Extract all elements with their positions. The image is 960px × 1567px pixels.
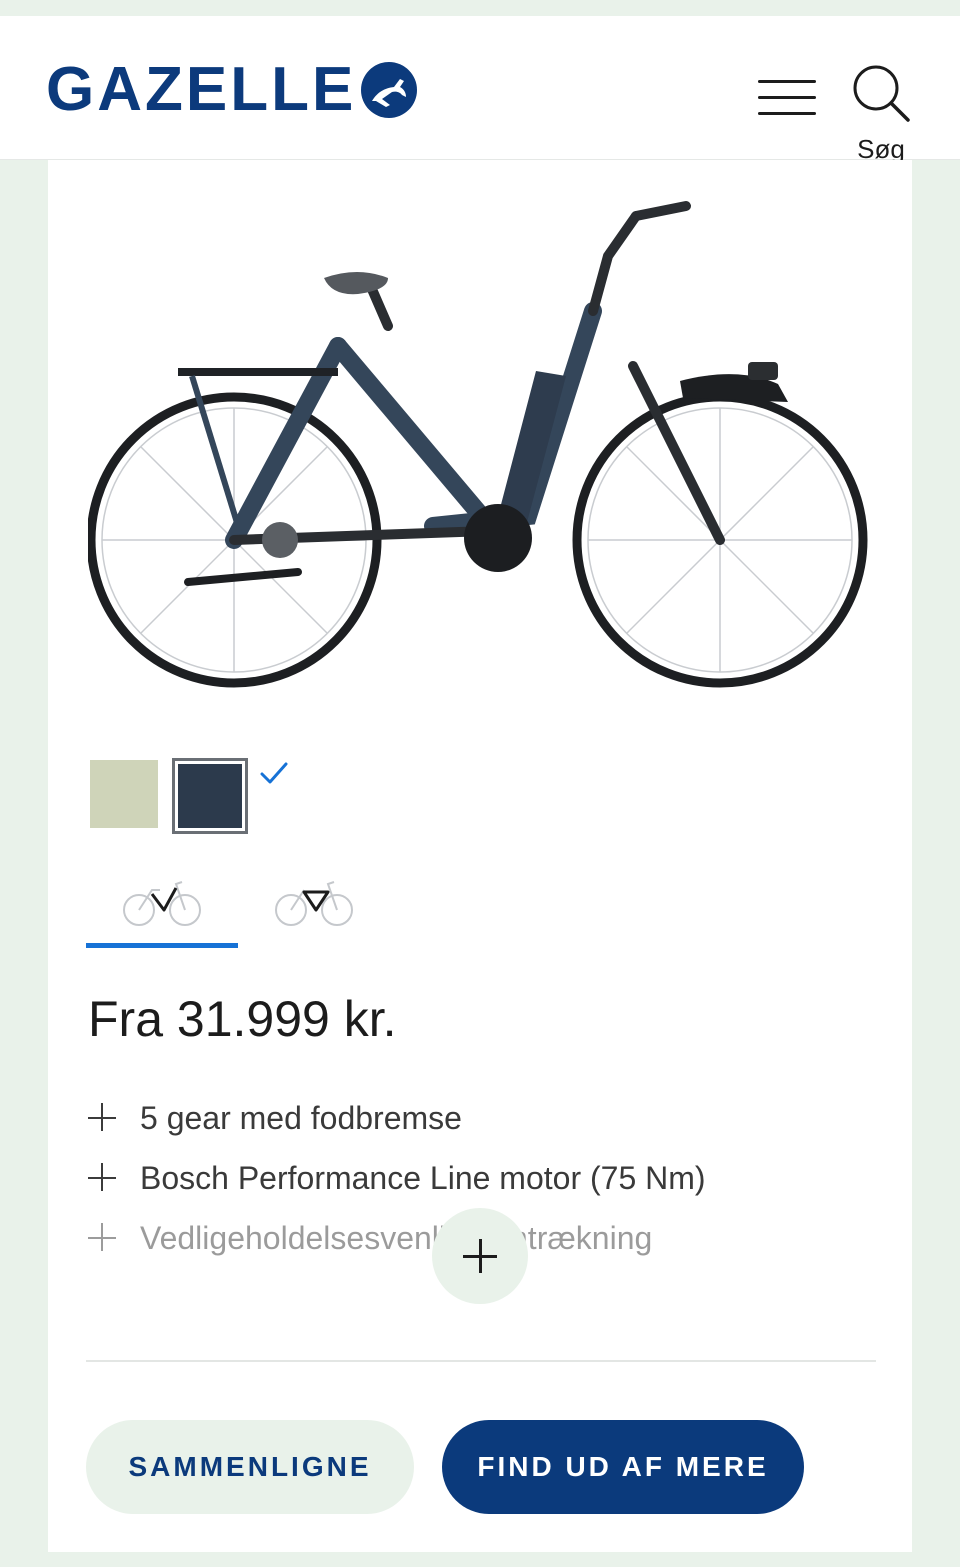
plus-icon: [88, 1223, 118, 1253]
e-bike-product-image[interactable]: [88, 166, 874, 706]
feature-text: Bosch Performance Line motor (75 Nm): [140, 1159, 706, 1196]
search-icon: [853, 65, 910, 122]
frame-type-tabs: [86, 870, 396, 950]
diamond-frame-bike-icon: [275, 881, 353, 926]
feature-item: 5 gear med fodbremse: [88, 1088, 888, 1148]
feature-item: Bosch Performance Line motor (75 Nm): [88, 1148, 888, 1208]
plus-icon: [88, 1103, 118, 1133]
site-header: GAZELLE Søg: [0, 16, 960, 164]
gazelle-logo[interactable]: GAZELLE: [46, 55, 418, 124]
logo-text: GAZELLE: [46, 55, 357, 124]
feature-text: Vedligeholdelsesvenlig remtrækning: [140, 1219, 653, 1256]
expand-features-button[interactable]: [432, 1208, 528, 1304]
plus-icon: [88, 1163, 118, 1193]
product-card: Fra 31.999 kr. 5 gear med fodbremse Bosc…: [48, 160, 912, 1552]
menu-button[interactable]: [758, 74, 818, 120]
tab-diamond-frame[interactable]: [238, 870, 390, 948]
find-out-more-button[interactable]: FIND UD AF MERE: [442, 1420, 804, 1514]
search-button[interactable]: Søg: [846, 60, 916, 170]
divider: [86, 1360, 876, 1362]
low-step-frame-bike-icon: [123, 881, 201, 926]
checkmark-icon: [252, 752, 296, 796]
feature-text: 5 gear med fodbremse: [140, 1099, 462, 1136]
color-swatch-sage[interactable]: [90, 760, 158, 828]
product-price: Fra 31.999 kr.: [88, 991, 397, 1047]
compare-button[interactable]: SAMMENLIGNE: [86, 1420, 414, 1514]
color-swatch-dark-blue[interactable]: [172, 758, 248, 834]
hamburger-menu-icon: [758, 80, 816, 83]
gazelle-badge-icon: [361, 62, 418, 118]
tab-low-step-frame[interactable]: [86, 870, 238, 948]
